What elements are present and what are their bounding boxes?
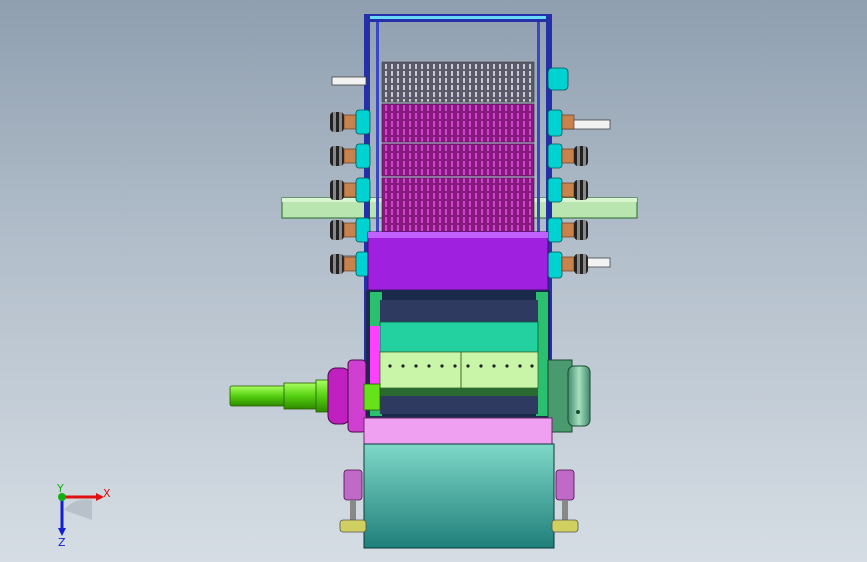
machine-drawing: X Y Z — [56, 14, 638, 549]
feed-comb — [381, 61, 535, 103]
roller-housing — [367, 231, 549, 291]
hammer-chamber — [366, 290, 550, 418]
axis-triad: X Y Z — [56, 482, 111, 549]
right-hub-assemblies — [547, 67, 588, 279]
base-drum — [363, 443, 555, 549]
y-axis-label: Y — [56, 482, 64, 495]
x-axis-label: X — [103, 487, 111, 500]
z-axis-label: Z — [58, 536, 66, 549]
base-flange — [363, 417, 553, 445]
crusher-rollers — [381, 103, 535, 233]
cad-viewport[interactable]: X Y Z — [0, 0, 867, 562]
motor-end-cap — [547, 359, 591, 433]
drive-shaft — [229, 379, 331, 413]
